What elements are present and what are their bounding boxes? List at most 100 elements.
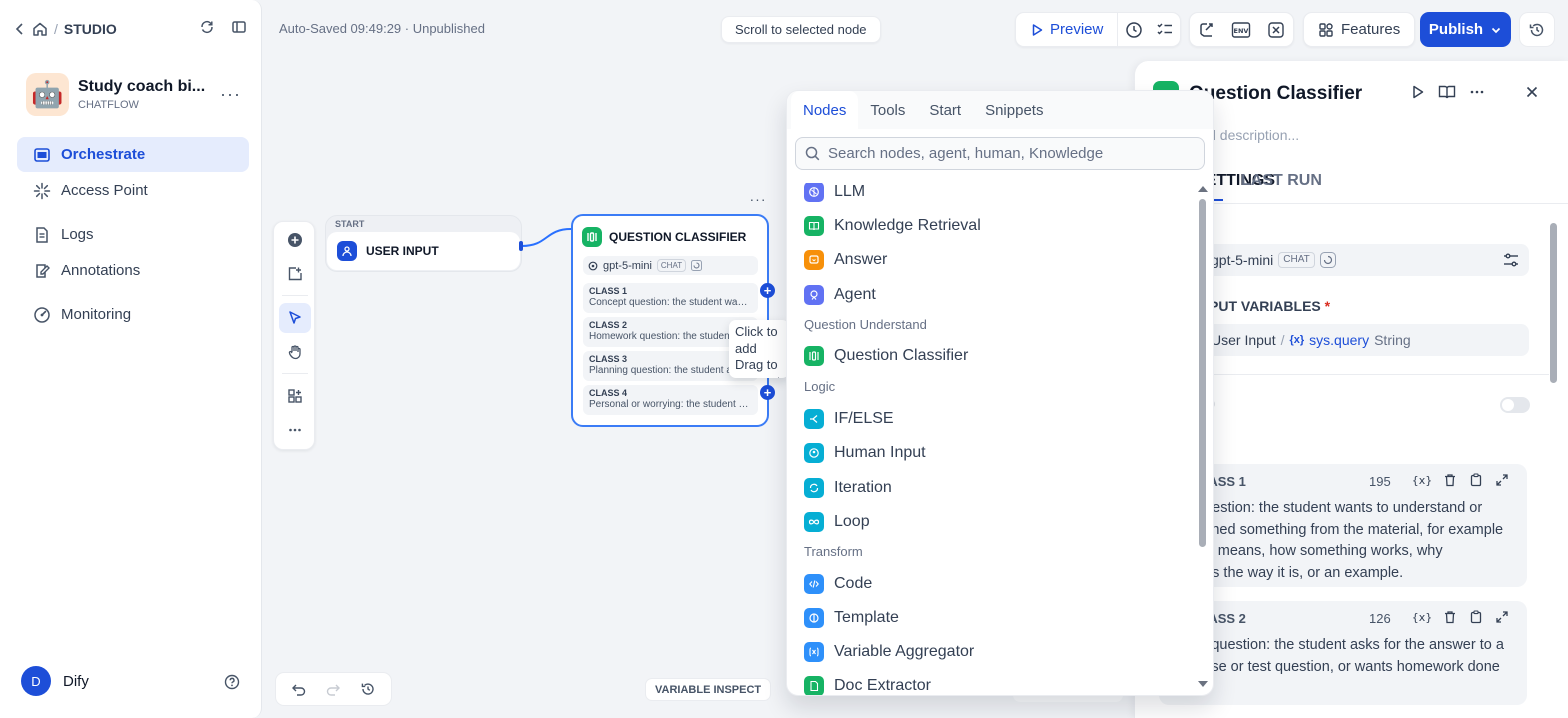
trash-icon[interactable] bbox=[1443, 473, 1457, 487]
node-option-iteration[interactable]: Iteration bbox=[804, 474, 892, 502]
class-card: CLASS 2 126 {x} Homework question: the s… bbox=[1159, 601, 1527, 705]
environment-variables-button[interactable]: ENV bbox=[1224, 21, 1258, 39]
copy-icon[interactable] bbox=[1469, 473, 1483, 487]
tab-snippets[interactable]: Snippets bbox=[973, 91, 1055, 129]
tab-nodes[interactable]: Nodes bbox=[791, 91, 859, 129]
node-option-knowledge-retrieval[interactable]: Knowledge Retrieval bbox=[804, 212, 981, 240]
variable-inspect-button[interactable]: VARIABLE INSPECT bbox=[645, 678, 772, 701]
node-option-if-else[interactable]: IF/ELSE bbox=[804, 405, 894, 433]
node-class-item: CLASS 4 Personal or worrying: the studen… bbox=[583, 385, 758, 415]
start-node[interactable]: START USER INPUT bbox=[325, 215, 522, 272]
features-icon bbox=[1318, 22, 1334, 38]
sync-icon[interactable] bbox=[199, 19, 215, 35]
env-icon: ENV bbox=[1231, 21, 1251, 39]
help-book-icon[interactable] bbox=[1438, 84, 1456, 100]
add-note-button[interactable] bbox=[279, 259, 311, 289]
node-option-question-classifier[interactable]: Question Classifier bbox=[804, 342, 968, 370]
pointer-mode-button[interactable] bbox=[279, 303, 311, 333]
add-node-button[interactable] bbox=[279, 225, 311, 255]
help-circle-icon[interactable] bbox=[224, 674, 240, 690]
sidebar-item-label: Logs bbox=[61, 226, 94, 243]
more-tools-button[interactable] bbox=[279, 415, 311, 445]
class-4-add-handle[interactable]: + bbox=[760, 385, 775, 400]
sidebar-item-access-point[interactable]: Access Point bbox=[17, 173, 249, 208]
copy-icon[interactable] bbox=[1469, 610, 1483, 624]
global-variables-button[interactable] bbox=[1259, 21, 1293, 39]
parameters-icon[interactable] bbox=[1503, 253, 1519, 267]
node-more-icon[interactable]: ··· bbox=[748, 192, 768, 210]
node-class-title: CLASS 3 bbox=[589, 354, 628, 364]
spark-icon bbox=[33, 182, 51, 200]
sidebar-item-monitoring[interactable]: Monitoring bbox=[17, 297, 249, 332]
node-option-variable-aggregator[interactable]: Variable Aggregator bbox=[804, 638, 974, 666]
chevron-left-icon[interactable] bbox=[14, 22, 26, 36]
tab-last-run[interactable]: LAST RUN bbox=[1241, 172, 1322, 190]
expand-icon[interactable] bbox=[1495, 473, 1509, 487]
panel-toggle-icon[interactable] bbox=[231, 19, 247, 35]
home-icon[interactable] bbox=[32, 21, 48, 37]
class-text[interactable]: Concept question: the student wants to u… bbox=[1159, 498, 1527, 584]
trash-icon[interactable] bbox=[1443, 610, 1457, 624]
tab-start[interactable]: Start bbox=[917, 91, 973, 129]
redo-icon[interactable] bbox=[325, 681, 341, 697]
breadcrumb: / STUDIO bbox=[14, 18, 117, 40]
history-icon[interactable] bbox=[360, 681, 376, 697]
tab-tools[interactable]: Tools bbox=[858, 91, 917, 129]
code-icon bbox=[804, 574, 824, 594]
node-search-input[interactable] bbox=[828, 145, 1188, 162]
publish-button[interactable]: Publish bbox=[1420, 12, 1511, 47]
hand-icon bbox=[287, 344, 303, 360]
template-icon bbox=[804, 608, 824, 628]
run-node-icon[interactable] bbox=[1410, 84, 1426, 100]
sidebar-item-orchestrate[interactable]: Orchestrate bbox=[17, 137, 249, 172]
features-button[interactable]: Features bbox=[1303, 12, 1416, 47]
node-option-label: IF/ELSE bbox=[834, 410, 894, 427]
checklist-button[interactable] bbox=[1149, 21, 1180, 39]
insert-variable-icon[interactable]: {x} bbox=[1413, 473, 1431, 487]
user-account[interactable]: D Dify bbox=[21, 666, 89, 696]
node-option-human-input[interactable]: Human Input bbox=[804, 439, 926, 467]
sidebar-item-annotations[interactable]: Annotations bbox=[17, 253, 249, 288]
organize-button[interactable] bbox=[279, 381, 311, 411]
panel-scrollbar[interactable] bbox=[1550, 223, 1557, 383]
node-option-label: Answer bbox=[834, 251, 888, 268]
preview-button[interactable]: Preview bbox=[1016, 13, 1119, 46]
model-settings-icon bbox=[691, 260, 703, 271]
version-history-button[interactable] bbox=[1519, 12, 1555, 47]
publish-label: Publish bbox=[1428, 21, 1484, 38]
node-option-llm[interactable]: LLM bbox=[804, 183, 865, 206]
hand-mode-button[interactable] bbox=[279, 337, 311, 367]
sidebar-item-logs[interactable]: Logs bbox=[17, 217, 249, 252]
expand-icon[interactable] bbox=[1495, 610, 1509, 624]
app-more-icon[interactable]: ··· bbox=[220, 84, 241, 105]
node-option-doc-extractor[interactable]: Doc Extractor bbox=[804, 672, 931, 695]
model-selector[interactable]: gpt-5-mini CHAT bbox=[1189, 244, 1529, 276]
answer-icon bbox=[804, 250, 824, 270]
node-option-code[interactable]: Code bbox=[804, 570, 872, 598]
undo-icon[interactable] bbox=[291, 681, 307, 697]
close-icon[interactable] bbox=[1524, 84, 1540, 100]
picker-scrollbar[interactable] bbox=[1199, 199, 1206, 547]
class-1-add-handle[interactable]: + bbox=[760, 283, 775, 298]
scroll-down-icon[interactable] bbox=[1198, 681, 1208, 687]
vision-toggle[interactable] bbox=[1500, 397, 1530, 413]
run-history-button[interactable] bbox=[1118, 21, 1149, 39]
node-class-title: CLASS 4 bbox=[589, 388, 628, 398]
node-option-agent[interactable]: Agent bbox=[804, 281, 876, 309]
input-variable-selector[interactable]: User Input / {x} sys.query String bbox=[1189, 324, 1529, 356]
node-option-label: Loop bbox=[834, 513, 870, 530]
start-node-handle[interactable] bbox=[519, 241, 523, 251]
conversation-variables-button[interactable] bbox=[1190, 21, 1224, 39]
insert-variable-icon[interactable]: {x} bbox=[1413, 610, 1431, 624]
node-option-answer[interactable]: Answer bbox=[804, 246, 887, 274]
scroll-up-icon[interactable] bbox=[1198, 186, 1208, 192]
app-name: Study coach bi... bbox=[78, 78, 206, 95]
node-option-template[interactable]: Template bbox=[804, 604, 899, 632]
class-text[interactable]: Homework question: the student asks for … bbox=[1159, 635, 1527, 700]
node-option-loop[interactable]: Loop bbox=[804, 508, 870, 536]
scroll-to-selected-button[interactable]: Scroll to selected node bbox=[721, 16, 881, 43]
more-icon[interactable] bbox=[1468, 84, 1486, 100]
svg-text:{x}: {x} bbox=[1413, 611, 1431, 624]
node-class-item: CLASS 1 Concept question: the student wa… bbox=[583, 283, 758, 313]
breadcrumb-section[interactable]: STUDIO bbox=[64, 21, 117, 37]
